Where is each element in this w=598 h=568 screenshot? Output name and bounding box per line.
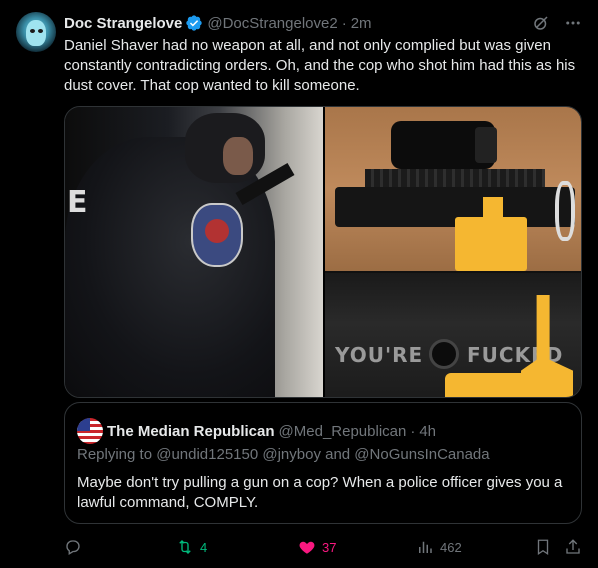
police-patch-emblem — [205, 219, 229, 243]
tweet[interactable]: Doc Strangelove @DocStrangelove2 · 2m Da… — [0, 0, 598, 568]
quote-author-name[interactable]: The Median Republican — [107, 423, 275, 440]
tweet-time[interactable]: 2m — [351, 15, 372, 32]
retweet-icon — [179, 540, 191, 554]
tweet-text: Daniel Shaver had no weapon at all, and … — [64, 37, 576, 94]
grok-icon[interactable] — [532, 14, 550, 32]
quote-replying-to: Replying to @undid125150 @jnyboy and @No… — [77, 446, 490, 463]
avatar-eye — [38, 29, 43, 33]
bookmark-icon — [537, 539, 549, 556]
us-flag-icon[interactable] — [77, 418, 103, 444]
dust-cover-bolt — [429, 339, 459, 369]
author-avatar[interactable] — [16, 12, 56, 52]
views-icon — [419, 541, 432, 553]
quote-time[interactable]: 4h — [419, 423, 436, 440]
officer-ear — [223, 137, 253, 175]
reply-button[interactable] — [64, 536, 82, 558]
verified-badge-icon — [185, 14, 203, 32]
reply-icon — [66, 540, 80, 555]
media-photo-rifle[interactable] — [325, 107, 581, 271]
quote-author-handle[interactable]: @Med_Republican — [279, 423, 407, 440]
quoted-tweet[interactable]: The Median Republican @Med_Republican · … — [64, 402, 582, 524]
bookmark-button[interactable] — [534, 536, 552, 558]
author-handle[interactable]: @DocStrangelove2 — [207, 15, 337, 32]
tweet-actions: 4 37 462 — [64, 536, 584, 558]
media-photo-police-officer[interactable]: E — [65, 107, 323, 397]
avatar-face — [26, 20, 46, 46]
author-name[interactable]: Doc Strangelove — [64, 15, 182, 32]
tweet-header: Doc Strangelove @DocStrangelove2 · 2m — [64, 13, 582, 33]
share-icon — [566, 539, 580, 554]
rifle-rail — [365, 169, 545, 187]
rifle-scope-cap — [475, 127, 497, 163]
avatar-eye — [30, 29, 35, 33]
yellow-tag — [455, 217, 527, 271]
vest-letter: E — [67, 185, 88, 220]
tweet-media[interactable]: E YOU'RE FUCKED — [64, 106, 582, 398]
like-count: 37 — [322, 539, 337, 555]
like-button[interactable]: 37 — [298, 536, 336, 558]
retweet-count: 4 — [200, 539, 208, 555]
engraving-left: YOU'RE — [335, 343, 424, 367]
heart-icon — [299, 541, 315, 554]
media-photo-dust-cover[interactable]: YOU'RE FUCKED — [325, 273, 581, 397]
views-count: 462 — [440, 539, 462, 555]
quote-separator: · — [410, 422, 416, 440]
quote-text: Maybe don't try pulling a gun on a cop? … — [77, 474, 563, 511]
views-button[interactable]: 462 — [416, 536, 462, 558]
cable-lock — [555, 181, 575, 241]
header-separator: · — [341, 14, 347, 32]
share-button[interactable] — [564, 536, 582, 558]
retweet-button[interactable]: 4 — [176, 536, 207, 558]
quote-header: The Median Republican @Med_Republican · … — [77, 418, 436, 444]
more-icon[interactable] — [564, 14, 582, 32]
